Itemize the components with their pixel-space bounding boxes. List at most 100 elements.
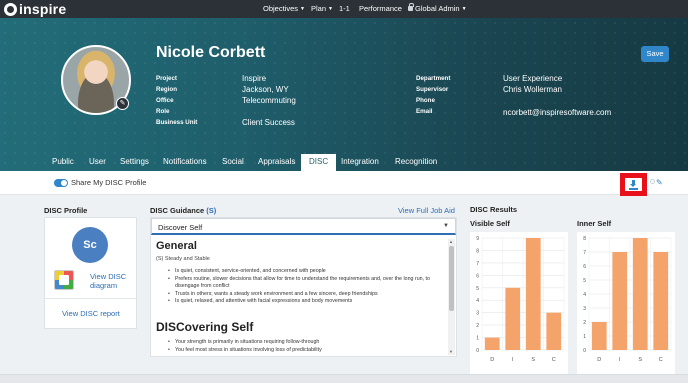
bar-d (484, 337, 500, 350)
download-icon-base (629, 188, 638, 190)
bar-i (505, 287, 521, 350)
save-button[interactable]: Save (641, 46, 669, 62)
x-tick-label: C (659, 357, 663, 363)
general-subtitle: (S) Steady and Stable (156, 256, 210, 262)
disc-type-badge: Sc (72, 227, 108, 263)
tab-recognition[interactable]: Recognition (395, 154, 437, 171)
visible-self-title: Visible Self (470, 219, 510, 228)
tab-appraisals[interactable]: Appraisals (258, 154, 295, 171)
nav-performance[interactable]: Performance (359, 4, 402, 13)
share-toggle[interactable] (54, 179, 68, 187)
field-label-region: Region (156, 86, 177, 93)
y-tick-label: 7 (583, 250, 586, 256)
view-full-job-aid-link[interactable]: View Full Job Aid (398, 206, 455, 215)
field-value-office: Telecommuting (242, 96, 296, 105)
x-tick-label: C (552, 357, 556, 363)
nav-global-admin-label: Global Admin (415, 4, 460, 13)
bar-c (653, 252, 669, 350)
tab-user[interactable]: User (89, 154, 106, 171)
x-tick-label: I (619, 357, 621, 363)
bar-c (546, 312, 562, 350)
caret-down-icon: ▼ (300, 6, 305, 12)
share-toggle-label: Share My DISC Profile (71, 178, 147, 187)
caret-down-icon: ▼ (461, 6, 467, 12)
field-value-supervisor: Chris Wollerman (503, 85, 562, 94)
bar-i (612, 252, 628, 350)
discovering-heading: DISCovering Self (156, 320, 254, 334)
list-item: Your strength is primarily in situations… (168, 339, 443, 347)
scroll-down-icon[interactable]: ▼ (449, 349, 453, 354)
x-tick-label: D (597, 357, 601, 363)
disc-toolbar: Share My DISC Profile (0, 171, 688, 195)
nav-global-admin[interactable]: Global Admin ▼ (408, 3, 467, 13)
pencil-icon[interactable]: ✎ (656, 178, 663, 187)
field-value-email[interactable]: ncorbett@inspiresoftware.com (503, 108, 611, 117)
bottom-scrollbar[interactable] (0, 374, 688, 383)
disc-guidance-card: Discover Self ▼ General (S) Steady and S… (150, 217, 457, 357)
bar-s (525, 238, 541, 350)
tab-disc[interactable]: DISC (301, 154, 337, 171)
top-nav: inspire Objectives ▼ Plan ▼ 1-1 Performanc… (0, 0, 688, 18)
view-disc-diagram-link[interactable]: View DISC diagram (90, 272, 132, 290)
general-bullets: Is quiet, consistent, service-oriented, … (168, 268, 443, 306)
list-item: Is quiet, relaxed, and attentive with fa… (168, 298, 443, 306)
disc-guidance-title-text: DISC Guidance (150, 206, 205, 215)
logo[interactable]: inspire (4, 1, 66, 17)
list-item: Trusts in others; wants a steady work en… (168, 291, 443, 299)
y-tick-label: 4 (476, 298, 479, 304)
list-item: Prefers routine, slower decisions that a… (168, 276, 443, 291)
x-tick-label: D (490, 357, 494, 363)
nav-1-1-label: 1-1 (339, 4, 350, 13)
nav-objectives[interactable]: Objectives ▼ (263, 4, 305, 13)
disc-guidance-style: (S) (206, 206, 217, 215)
caret-down-icon: ▼ (328, 6, 333, 12)
field-value-department: User Experience (503, 74, 563, 83)
tab-settings[interactable]: Settings (120, 154, 149, 171)
guidance-scrollbar[interactable]: ▲ ▼ (448, 239, 455, 355)
y-tick-label: 8 (476, 248, 479, 254)
disc-results-title: DISC Results (470, 205, 518, 214)
guidance-select[interactable]: Discover Self ▼ (151, 218, 456, 235)
pencil-icon[interactable]: ✎ (116, 97, 129, 110)
logo-icon (4, 2, 17, 16)
nav-performance-label: Performance (359, 4, 402, 13)
tab-integration[interactable]: Integration (341, 154, 379, 171)
visible-self-chart: 0 1 2 3 4 5 6 7 8 9 D I S C (470, 232, 568, 374)
y-tick-label: 0 (476, 348, 479, 354)
y-tick-label: 1 (583, 334, 586, 340)
nav-1-1[interactable]: 1-1 (339, 4, 350, 13)
view-disc-report-link[interactable]: View DISC report (62, 309, 120, 318)
tab-notifications[interactable]: Notifications (163, 154, 207, 171)
tab-social[interactable]: Social (222, 154, 244, 171)
y-tick-label: 6 (476, 273, 479, 279)
nav-objectives-label: Objectives (263, 4, 299, 13)
y-tick-label: 0 (583, 348, 586, 354)
y-tick-label: 2 (476, 323, 479, 329)
y-tick-label: 8 (583, 236, 586, 242)
bar-d (591, 322, 607, 350)
field-label-project: Project (156, 75, 177, 82)
x-tick-label: S (638, 357, 642, 363)
guidance-select-value: Discover Self (158, 223, 203, 232)
scroll-up-icon[interactable]: ▲ (449, 239, 453, 244)
field-value-project: Inspire (242, 74, 267, 83)
profile-header: ✎ Nicole Corbett Project Inspire Region … (0, 18, 688, 171)
scrollbar-thumb[interactable] (449, 246, 454, 311)
y-tick-label: 3 (476, 311, 479, 317)
y-tick-label: 4 (583, 292, 586, 298)
download-button[interactable] (620, 173, 647, 196)
download-icon (629, 180, 638, 190)
chevron-down-icon: ▼ (443, 223, 449, 229)
y-tick-label: 1 (476, 336, 479, 342)
logo-text: inspire (19, 1, 67, 17)
disc-diagram-thumbnail-icon[interactable] (54, 270, 74, 290)
field-value-region: Jackson, WY (242, 85, 289, 94)
field-label-department: Department (416, 75, 451, 82)
list-item: Is quiet, consistent, service-oriented, … (168, 268, 443, 276)
tab-public[interactable]: Public (52, 154, 74, 171)
y-tick-label: 3 (583, 306, 586, 312)
y-tick-label: 5 (476, 286, 479, 292)
nav-plan[interactable]: Plan ▼ (311, 4, 333, 13)
y-tick-label: 9 (476, 236, 479, 242)
inner-self-title: Inner Self (577, 219, 612, 228)
